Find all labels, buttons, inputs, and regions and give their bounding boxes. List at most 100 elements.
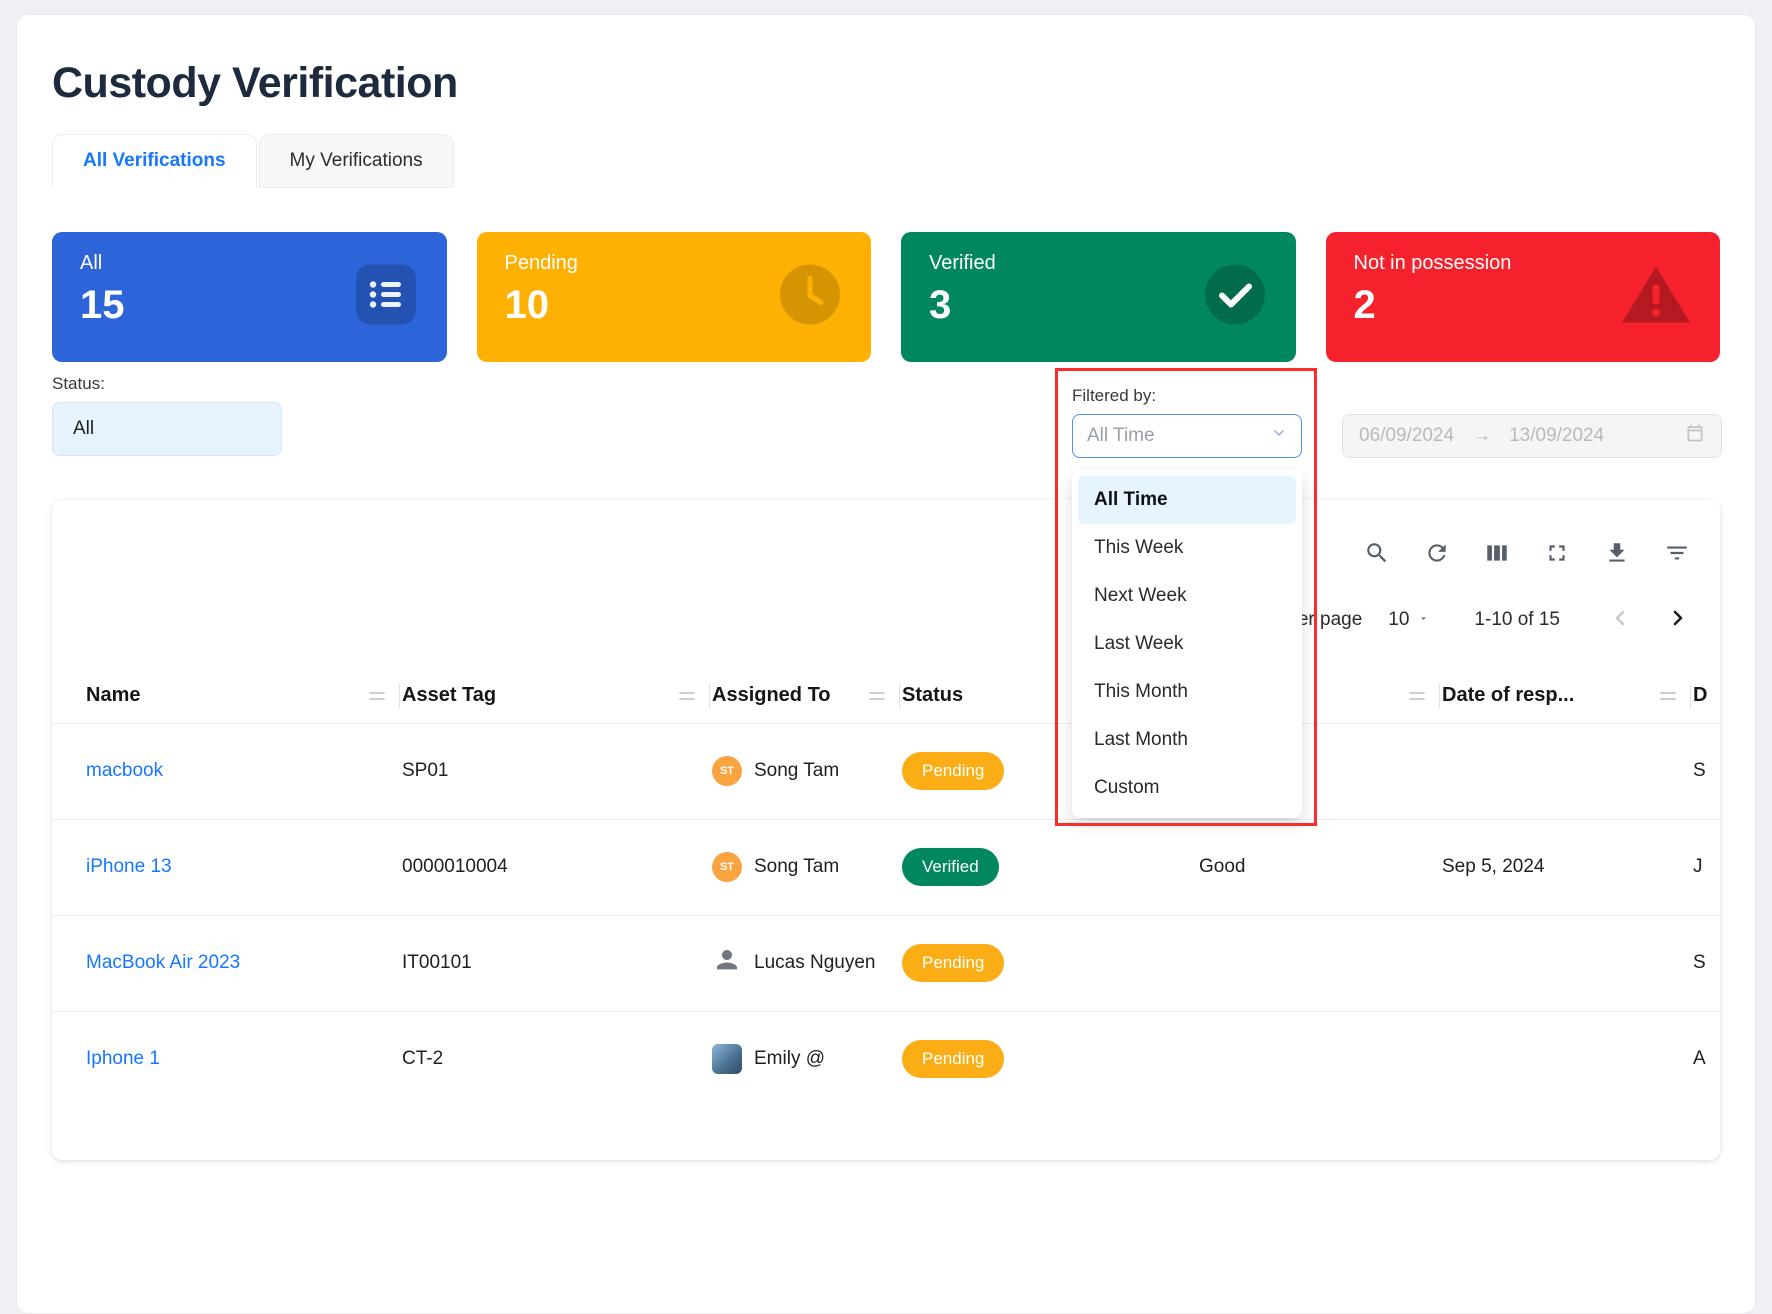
table-card: Rows per page 10 1-10 of 15 Name — [52, 500, 1720, 1160]
column-divider — [1439, 684, 1440, 708]
clipped-cell: S — [1692, 723, 1720, 819]
asset-name-link[interactable]: MacBook Air 2023 — [86, 952, 240, 973]
menu-item-custom[interactable]: Custom — [1078, 764, 1296, 812]
chevron-down-icon — [1271, 425, 1287, 447]
menu-item-all-time[interactable]: All Time — [1078, 476, 1296, 524]
avatar: ST — [712, 756, 742, 786]
column-resize-handle[interactable] — [363, 686, 399, 706]
column-header-name[interactable]: Name — [52, 669, 401, 723]
chevron-left-icon — [1608, 618, 1632, 633]
column-header-clipped[interactable]: D — [1692, 669, 1720, 723]
prev-page-button[interactable] — [1608, 606, 1632, 633]
asset-tag-cell: 0000010004 — [401, 819, 711, 915]
stat-card-not-in-possession[interactable]: Not in possession 2 — [1326, 232, 1721, 362]
column-resize-handle[interactable] — [863, 686, 899, 706]
pagination-bar: Rows per page 10 1-10 of 15 — [52, 606, 1720, 633]
stat-card-all[interactable]: All 15 — [52, 232, 447, 362]
rows-per-page-select[interactable]: 10 — [1388, 609, 1430, 631]
asset-name-link[interactable]: iPhone 13 — [86, 856, 172, 877]
stat-card-verified[interactable]: Verified 3 — [901, 232, 1296, 362]
asset-tag-cell: IT00101 — [401, 915, 711, 1011]
status-badge: Pending — [902, 1040, 1004, 1078]
table-header-row: Name Asset Tag Assigned To Status Date o… — [52, 669, 1720, 723]
calendar-icon — [1685, 423, 1705, 449]
date-range-arrow: → — [1472, 425, 1491, 447]
clock-icon — [777, 262, 843, 333]
column-resize-handle[interactable] — [1654, 686, 1690, 706]
table-row: MacBook Air 2023 IT00101 Lucas Nguyen Pe… — [52, 915, 1720, 1011]
column-divider — [1690, 684, 1691, 708]
stat-cards: All 15 Pending 10 Verified 3 — [52, 232, 1720, 362]
date-cell: Sep 5, 2024 — [1441, 819, 1692, 915]
asset-tag-cell: SP01 — [401, 723, 711, 819]
tab-all-verifications[interactable]: All Verifications — [52, 134, 257, 188]
chevron-right-icon — [1666, 618, 1690, 633]
table-row: iPhone 13 0000010004 ST Song Tam Verified… — [52, 819, 1720, 915]
column-divider — [899, 684, 900, 708]
assignee-cell: Lucas Nguyen — [712, 945, 900, 981]
columns-button[interactable] — [1484, 540, 1510, 566]
menu-item-last-week[interactable]: Last Week — [1078, 620, 1296, 668]
status-filter-select[interactable]: All — [52, 402, 282, 456]
column-resize-handle[interactable] — [1403, 686, 1439, 706]
column-divider — [709, 684, 710, 708]
filtered-by-select[interactable]: All Time — [1072, 414, 1302, 458]
filter-dropdown-menu: All Time This Week Next Week Last Week T… — [1072, 470, 1302, 818]
search-button[interactable] — [1364, 540, 1390, 566]
tab-bar: All Verifications My Verifications — [52, 134, 1720, 188]
column-header-date-of-response[interactable]: Date of resp... — [1441, 669, 1692, 723]
person-icon — [712, 945, 742, 981]
main-panel: Custody Verification All Verifications M… — [16, 14, 1756, 1314]
column-divider — [399, 684, 400, 708]
verification-table: Name Asset Tag Assigned To Status Date o… — [52, 669, 1720, 1107]
column-header-assigned-to[interactable]: Assigned To — [711, 669, 901, 723]
asset-name-link[interactable]: macbook — [86, 760, 163, 781]
fullscreen-button[interactable] — [1544, 540, 1570, 566]
date-cell — [1441, 1011, 1692, 1107]
table-wrap: Name Asset Tag Assigned To Status Date o… — [52, 669, 1720, 1107]
filters-row: Status: All Filtered by: All Time 06/09/… — [52, 374, 1720, 466]
asset-name-link[interactable]: Iphone 1 — [86, 1048, 160, 1069]
menu-item-this-month[interactable]: This Month — [1078, 668, 1296, 716]
photo-avatar — [712, 1044, 742, 1074]
date-range-end: 13/09/2024 — [1509, 425, 1604, 447]
filtered-by-value: All Time — [1087, 425, 1155, 447]
rows-per-page-value: 10 — [1388, 609, 1409, 631]
refresh-button[interactable] — [1424, 540, 1450, 566]
status-filter-value: All — [73, 418, 94, 440]
status-filter-label: Status: — [52, 374, 105, 394]
download-icon — [1604, 554, 1630, 569]
fullscreen-icon — [1544, 554, 1570, 569]
column-header-asset-tag[interactable]: Asset Tag — [401, 669, 711, 723]
assignee-name: Emily @ — [754, 1048, 825, 1070]
tab-my-verifications[interactable]: My Verifications — [259, 134, 454, 188]
date-cell — [1441, 723, 1692, 819]
clipped-cell: S — [1692, 915, 1720, 1011]
filter-button[interactable] — [1664, 540, 1690, 566]
table-row: Iphone 1 CT-2 Emily @ Pending A — [52, 1011, 1720, 1107]
next-page-button[interactable] — [1666, 606, 1690, 633]
clipped-cell: J — [1692, 819, 1720, 915]
stat-card-pending[interactable]: Pending 10 — [477, 232, 872, 362]
asset-tag-cell: CT-2 — [401, 1011, 711, 1107]
condition-cell — [1151, 915, 1441, 1011]
refresh-icon — [1424, 554, 1450, 569]
menu-item-last-month[interactable]: Last Month — [1078, 716, 1296, 764]
menu-item-next-week[interactable]: Next Week — [1078, 572, 1296, 620]
assignee-name: Song Tam — [754, 760, 839, 782]
status-badge: Verified — [902, 848, 999, 886]
download-button[interactable] — [1604, 540, 1630, 566]
assignee-name: Song Tam — [754, 856, 839, 878]
avatar: ST — [712, 852, 742, 882]
status-badge: Pending — [902, 944, 1004, 982]
date-range-picker[interactable]: 06/09/2024 → 13/09/2024 — [1342, 414, 1722, 458]
filtered-by-label: Filtered by: — [1072, 386, 1156, 406]
columns-icon — [1484, 554, 1510, 569]
column-resize-handle[interactable] — [673, 686, 709, 706]
table-row: macbook SP01 ST Song Tam Pending S — [52, 723, 1720, 819]
filter-icon — [1664, 554, 1690, 569]
menu-item-this-week[interactable]: This Week — [1078, 524, 1296, 572]
status-badge: Pending — [902, 752, 1004, 790]
warning-icon — [1620, 263, 1692, 332]
caret-down-icon — [1417, 609, 1430, 631]
